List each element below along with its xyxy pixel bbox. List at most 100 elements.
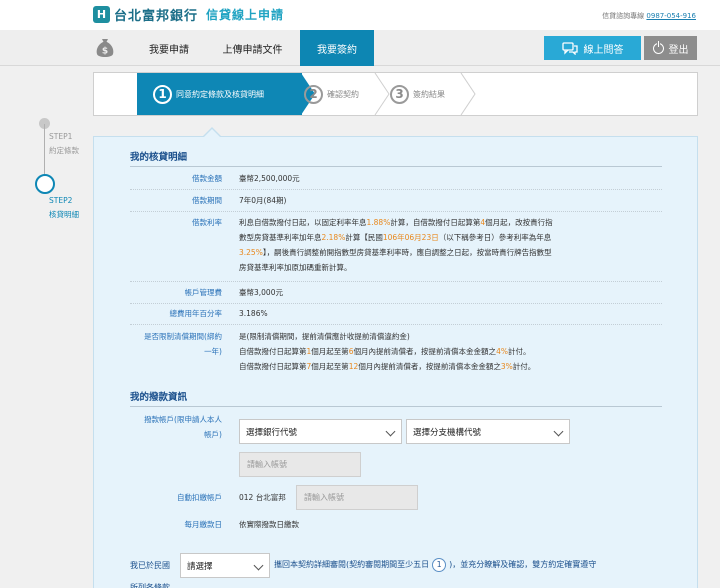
period-label: 借款期間 [192, 196, 222, 205]
logout-label: 登出 [668, 44, 689, 56]
prepay-label-line2: 一年) [204, 347, 222, 356]
bank-logo[interactable]: H 台北富邦銀行 信貸線上申請 [93, 4, 284, 24]
bank-code-select[interactable]: 選擇銀行代號 [239, 419, 402, 444]
review-date-select-value: 請選擇 [187, 561, 213, 572]
agreement-text-part3: 所列各條款 [130, 583, 170, 588]
online-qa-label: 線上問答 [583, 44, 624, 56]
step-1-label: 同意約定條款及核貸明細 [176, 89, 264, 99]
hotline-number-link[interactable]: 0987-054-916 [646, 12, 696, 20]
prepay-text: 計付。 [507, 347, 531, 356]
sidebar-connector [44, 124, 45, 178]
sidebar-step2-code: STEP2 [49, 196, 73, 205]
rate-text: 計算，自借款撥付日起算第 [390, 218, 481, 227]
account-number-input[interactable]: 請輸入帳號 [239, 452, 361, 477]
prepay-line2: 自借款撥付日起算第1個月起至第6個月內提前清償者，按提前清償本金金額之4%計付。 [239, 344, 639, 359]
logout-button[interactable]: 登出 [644, 36, 697, 60]
payday-label: 每月繳款日 [184, 520, 223, 529]
main-nav: $ 我要申請 上傳申請文件 我要簽約 線上問答 登出 [0, 30, 720, 66]
step-1: 1 同意約定條款及核貸明細 [137, 73, 302, 115]
rate-text: 計算【民國 [345, 233, 383, 242]
prepay-text: 個月內提前清償者，按提前清償本金金額之 [358, 362, 501, 371]
fee-label: 帳戶管理費 [184, 288, 223, 297]
branch-code-select[interactable]: 選擇分支機構代號 [406, 419, 570, 444]
prepay-label-line1: 是否限制清償期間(綁約 [144, 332, 222, 341]
hotline: 信貸諮詢專線 0987-054-916 [602, 11, 696, 21]
sidebar-step1-label: 約定條款 [49, 146, 79, 155]
row-divider [130, 211, 662, 212]
agreement-text: 攜回本契約詳細審閱(契約審閱期間至少五日 1)，並充分瞭解及確認，雙方約定確實遵守 [274, 557, 694, 573]
chevron-down-icon [385, 426, 396, 437]
apr-label: 總費用年百分率 [169, 309, 223, 318]
panel-pointer-fill [204, 128, 220, 137]
rate-reference-date: 106年06月23日 [382, 233, 439, 242]
rate-margin: 2.18% [321, 233, 346, 242]
prepay-text: 自借款撥付日起算第 [239, 362, 307, 371]
sidebar-step1-code: STEP1 [49, 132, 73, 141]
loan-details-divider [130, 166, 662, 167]
chat-icon [561, 41, 578, 55]
rate-text: 個月起，改按貴行指 [485, 218, 553, 227]
amount-value: 臺幣2,500,000元 [239, 174, 300, 183]
bank-name: 台北富邦銀行 [114, 8, 199, 24]
power-icon [652, 40, 664, 54]
prepay-penalty: 3% [500, 362, 513, 371]
tab-sign-contract[interactable]: 我要簽約 [300, 30, 374, 66]
rate-fixed: 1.88% [366, 218, 391, 227]
rate-text: 利息自借款撥付日起，以固定利率年息 [239, 218, 367, 227]
row-divider [130, 303, 662, 304]
step-3-arrow [460, 73, 476, 115]
rate-reference: 3.25% [239, 248, 263, 257]
row-divider [130, 324, 662, 325]
review-date-select[interactable]: 請選擇 [180, 553, 270, 578]
period-value: 7年0月(84期) [239, 196, 287, 205]
prepay-value: 是(限制清償期間，提前清償應計收提前清償違約金) 自借款撥付日起算第1個月起至第… [239, 329, 639, 374]
amount-label: 借款金額 [192, 174, 222, 183]
prepay-line1: 是(限制清償期間，提前清償應計收提前清償違約金) [239, 332, 410, 341]
rate-label: 借款利率 [192, 218, 222, 227]
step-3-label: 簽約結果 [413, 89, 445, 99]
tab-upload-documents[interactable]: 上傳申請文件 [207, 30, 298, 66]
agreement-text-part1: 攜回本契約詳細審閱(契約審閱期間至少五日 [274, 560, 430, 569]
sidebar-step2-circle [35, 174, 55, 194]
step-2-arrow [374, 73, 390, 115]
step-3-number: 3 [390, 84, 409, 104]
prepay-text: 個月起至第 [311, 347, 349, 356]
chevron-down-icon [553, 426, 564, 437]
sidebar-step2: STEP2 核貸明細 [49, 194, 79, 222]
agreement-prefix: 我已於民國 [130, 561, 170, 570]
chevron-down-icon [253, 560, 264, 571]
account-label-line1: 撥款帳戶(限申請人本人 [144, 415, 222, 424]
bank-code-select-value: 選擇銀行代號 [246, 427, 298, 438]
account-label: 撥款帳戶(限申請人本人 帳戶) [144, 412, 222, 442]
step-2-label: 確認契約 [327, 89, 359, 99]
prepay-text: 個月內提前清償者，按提前清償本金金額之 [353, 347, 497, 356]
row-divider [130, 281, 662, 282]
rate-text: （以下稱參考日）參考利率為年息 [438, 233, 552, 242]
tab-apply[interactable]: 我要申請 [133, 30, 205, 66]
step-2-number: 2 [304, 84, 323, 104]
prepay-label: 是否限制清償期間(綁約 一年) [144, 329, 222, 359]
bank-logo-mark: H [93, 5, 110, 23]
step-progress-bar: 1 同意約定條款及核貸明細 2 確認契約 3 簽約結果 [93, 72, 698, 116]
hotline-label: 信貸諮詢專線 [602, 12, 645, 20]
rate-value: 利息自借款撥付日起，以固定利率年息1.88%計算，自借款撥付日起算第4個月起，改… [239, 215, 634, 275]
loan-details-title: 我的核貸明細 [130, 152, 188, 163]
autodebit-bank: 012 台北富邦 [239, 493, 286, 502]
rate-text: 】，嗣後貴行調整前開指數型房貸基準利率時，應自調整之日起，按當時貴行牌告指數型 [262, 248, 552, 257]
online-qa-button[interactable]: 線上問答 [544, 36, 641, 60]
prepay-text: 自借款撥付日起算第 [239, 347, 307, 356]
step-1-number: 1 [153, 84, 172, 104]
svg-text:$: $ [102, 47, 108, 57]
top-header: H 台北富邦銀行 信貸線上申請 信貸諮詢專線 0987-054-916 [0, 0, 720, 30]
account-label-line2: 帳戶) [204, 430, 222, 439]
autodebit-label: 自動扣繳帳戶 [177, 493, 222, 502]
payday-value: 依實際撥款日繳款 [239, 520, 299, 529]
apr-value: 3.186% [239, 309, 268, 318]
autodebit-account-input[interactable]: 請輸入帳號 [296, 485, 418, 510]
rate-text: 數型房貸基準利率加年息 [239, 233, 322, 242]
rate-text: 房貸基準利率加原加碼重新計算。 [239, 263, 352, 272]
prepay-text: 個月起至第 [311, 362, 349, 371]
prepay-to: 12 [348, 362, 359, 371]
prepay-text: 計付。 [512, 362, 536, 371]
info-badge[interactable]: 1 [432, 558, 447, 572]
